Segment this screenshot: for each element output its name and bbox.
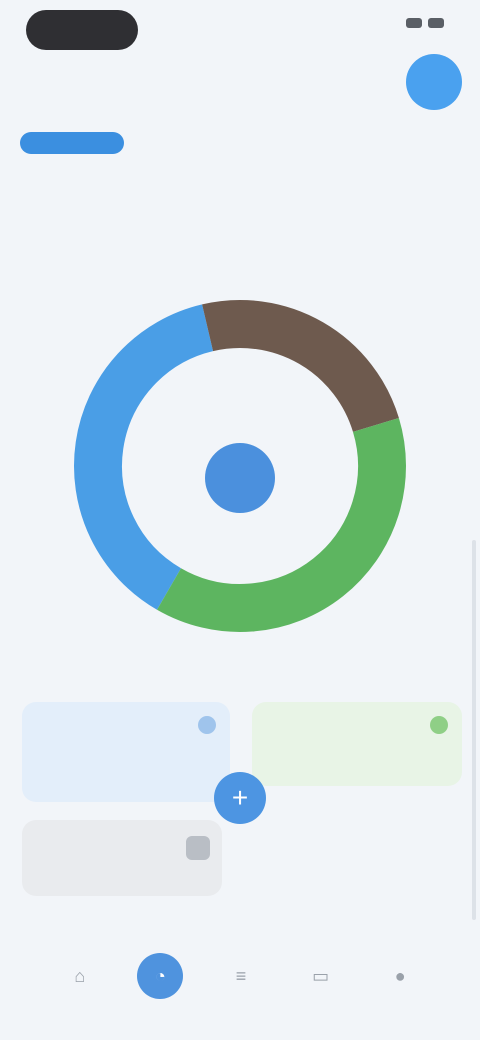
donut-slice[interactable] [157, 418, 406, 632]
bottom-nav: ⌂ ◔ ≡ ▭ ● [0, 944, 480, 1008]
card-badge-icon [198, 716, 216, 734]
donut-slice[interactable] [74, 304, 214, 610]
battery-icon [428, 18, 444, 28]
filter-chip[interactable] [146, 133, 154, 153]
filter-chip-active[interactable] [20, 132, 124, 154]
nav-list-icon[interactable]: ≡ [219, 954, 263, 998]
card-badge-icon [430, 716, 448, 734]
dynamic-island [26, 10, 138, 50]
add-button[interactable]: + [214, 772, 266, 824]
filter-chip-row [20, 132, 460, 154]
donut-slice[interactable] [202, 300, 399, 433]
nav-wallet-icon[interactable]: ▭ [299, 954, 343, 998]
scrollbar[interactable] [472, 540, 476, 920]
filter-chip[interactable] [176, 133, 184, 153]
nav-profile-icon[interactable]: ● [378, 954, 422, 998]
card-icon [186, 836, 210, 860]
donut-center [205, 443, 275, 513]
plus-icon: + [231, 782, 249, 813]
filter-chip[interactable] [206, 133, 214, 153]
summary-card-gray[interactable] [22, 820, 222, 896]
avatar[interactable] [406, 54, 462, 110]
summary-card-blue[interactable] [22, 702, 230, 802]
nav-home-icon[interactable]: ⌂ [58, 954, 102, 998]
signal-icon [406, 18, 422, 28]
status-indicators [400, 18, 444, 28]
summary-card-green[interactable] [252, 702, 462, 786]
nav-chart-icon[interactable]: ◔ [137, 953, 184, 999]
